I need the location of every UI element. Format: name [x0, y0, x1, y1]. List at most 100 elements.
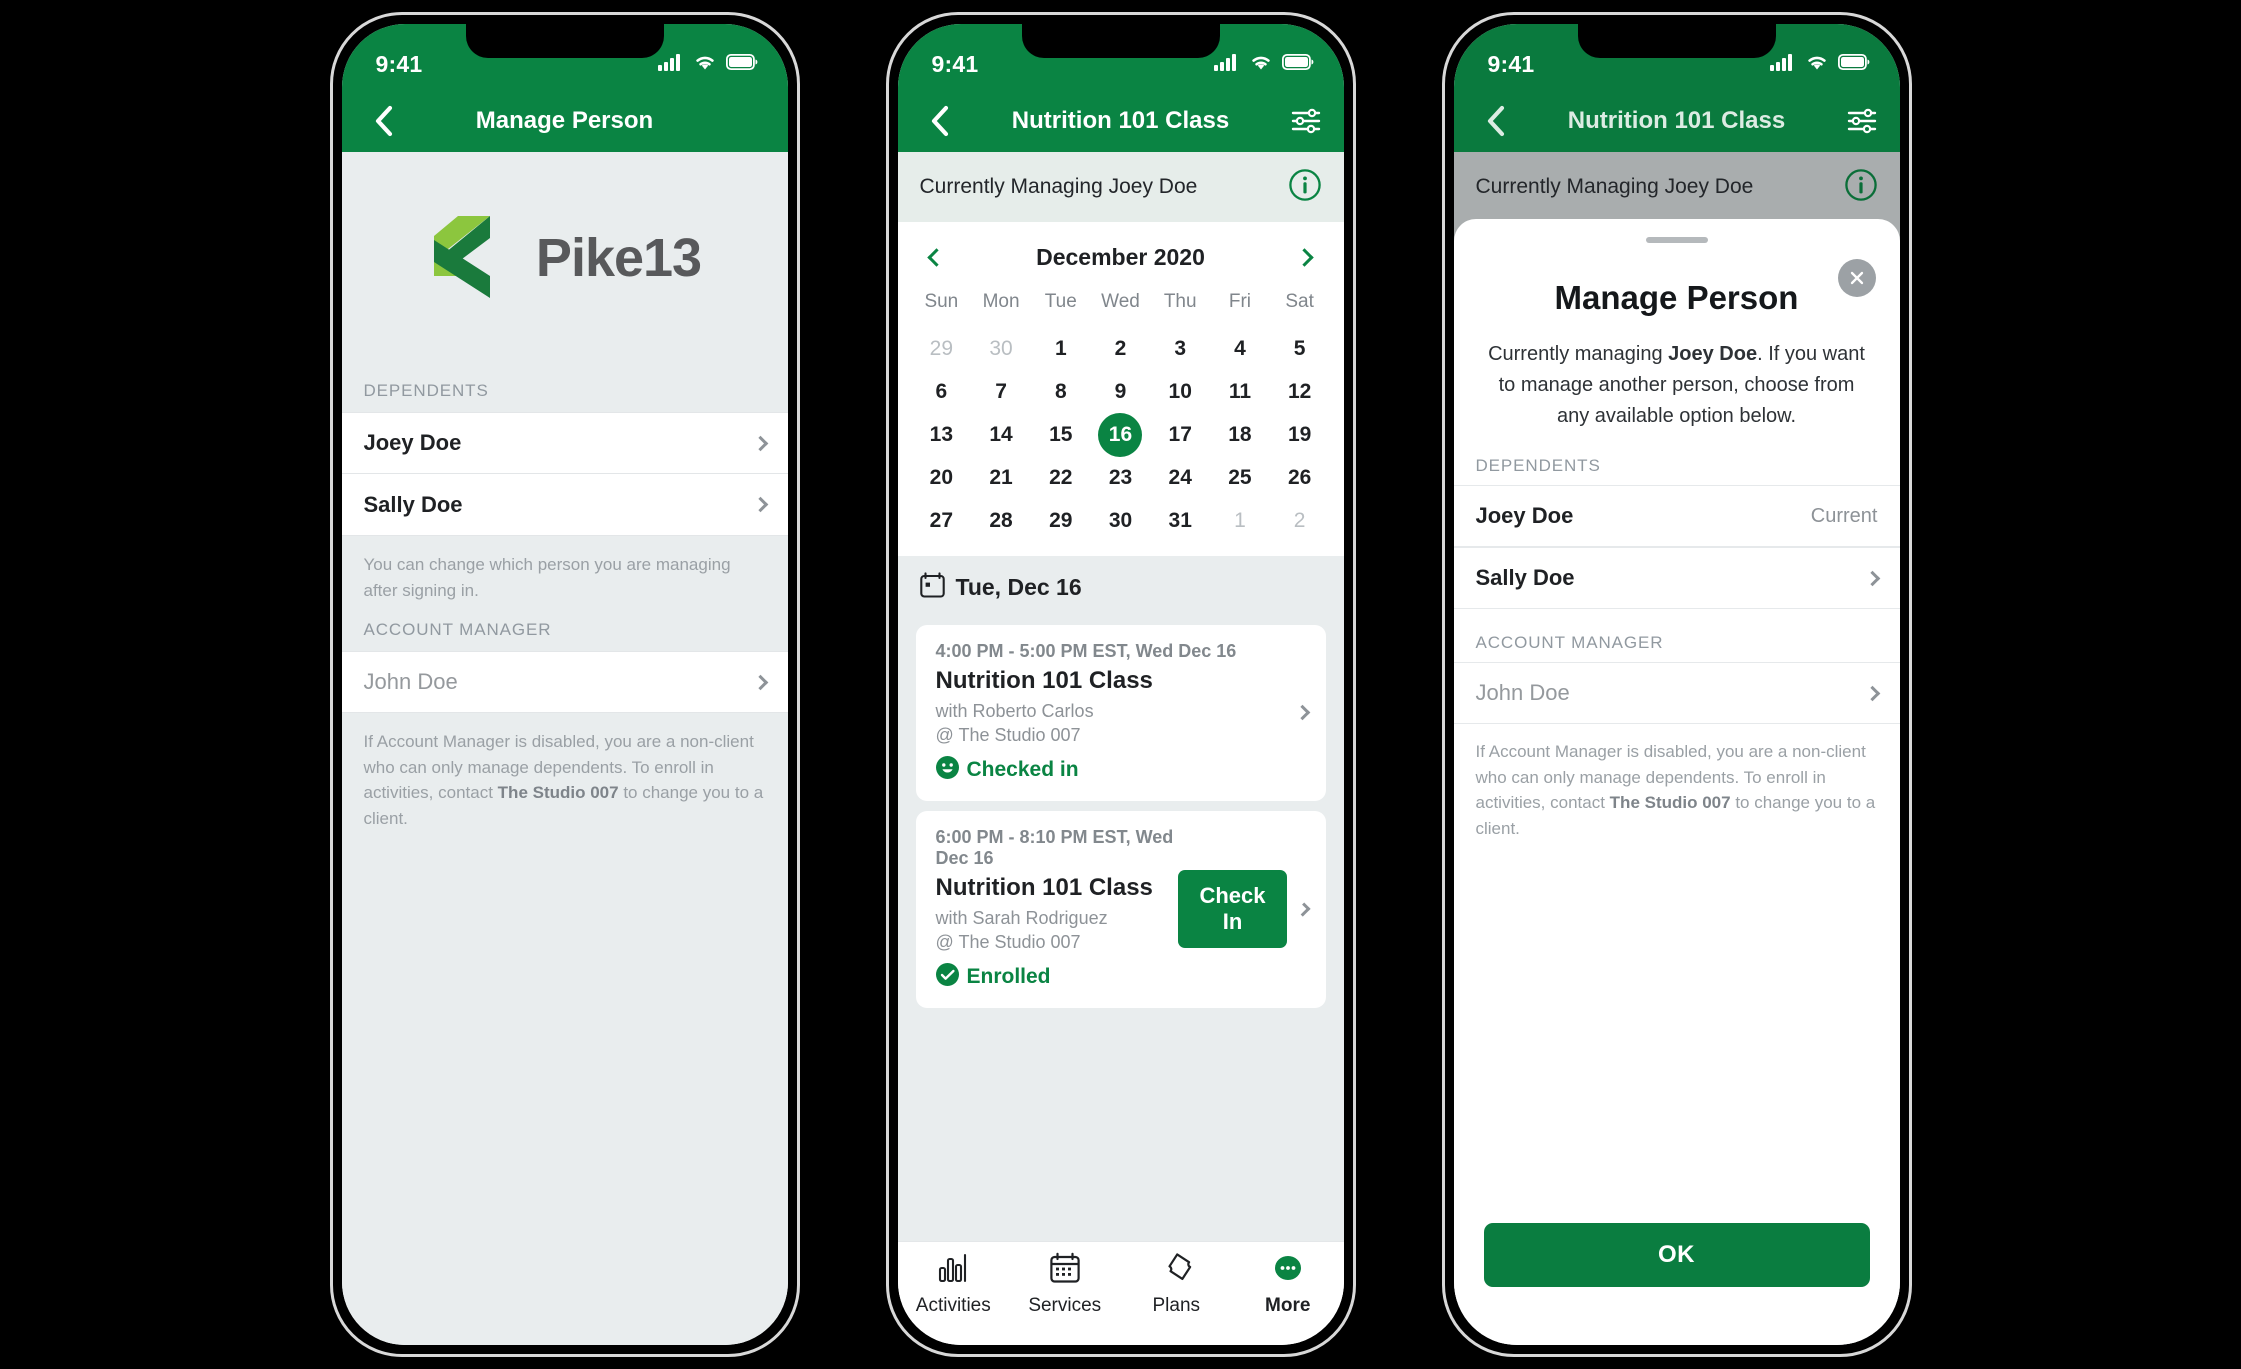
calendar-day[interactable]: 9: [1091, 370, 1151, 413]
calendar-day[interactable]: 26: [1270, 456, 1330, 499]
cell-signal-icon: [657, 53, 684, 76]
calendar-day[interactable]: 16: [1091, 412, 1151, 457]
calendar-day[interactable]: 19: [1270, 413, 1330, 456]
calendar-day[interactable]: 3: [1150, 327, 1210, 370]
tab-more[interactable]: More: [1232, 1252, 1344, 1317]
tab-activities[interactable]: Activities: [898, 1252, 1010, 1317]
calendar-day-number: 2: [1114, 336, 1127, 360]
sheet-dependent-row-sally[interactable]: Sally Doe: [1453, 547, 1900, 609]
phone3-navbar: Nutrition 101 Class: [1453, 90, 1900, 152]
calendar-day[interactable]: 12: [1270, 370, 1330, 413]
calendar-day[interactable]: 28: [971, 499, 1031, 542]
sliders-filter-icon[interactable]: [1290, 107, 1322, 135]
close-x-icon[interactable]: [1837, 259, 1876, 297]
calendar-day[interactable]: 17: [1150, 413, 1210, 456]
ok-button[interactable]: OK: [1483, 1223, 1870, 1287]
sheet-title: Manage Person: [1554, 279, 1799, 316]
calendar-day-number: 20: [929, 465, 954, 489]
calendar-day[interactable]: 7: [971, 370, 1031, 413]
calendar-day[interactable]: 1: [1210, 499, 1270, 542]
cell-signal-icon: [1769, 53, 1796, 76]
calendar-day-number: 18: [1228, 422, 1252, 446]
phone-2-schedule: 9:41 Nutrition 101 Class Currently Manag…: [885, 12, 1356, 1357]
calendar-day[interactable]: 31: [1150, 499, 1210, 542]
calendar-day-number: 16: [1098, 412, 1143, 457]
back-button[interactable]: [364, 105, 404, 137]
phone1-navbar: Manage Person: [341, 90, 788, 152]
calendar-day[interactable]: 14: [971, 413, 1031, 456]
calendar-day[interactable]: 13: [912, 413, 972, 456]
calendar-prev-month-button[interactable]: [926, 248, 946, 267]
calendar-day[interactable]: 5: [1270, 327, 1330, 370]
dependent-row-joey[interactable]: Joey Doe: [341, 412, 788, 474]
calendar-next-month-button[interactable]: [1295, 248, 1315, 267]
calendar-day[interactable]: 11: [1210, 370, 1270, 413]
calendar-day[interactable]: 8: [1031, 370, 1091, 413]
pike13-logo-mark: [428, 214, 520, 303]
tab-services[interactable]: Services: [1009, 1252, 1121, 1317]
event-card[interactable]: 6:00 PM - 8:10 PM EST, Wed Dec 16 Nutrit…: [915, 810, 1326, 1008]
calendar-day-number: 26: [1287, 465, 1312, 489]
back-button[interactable]: [1476, 105, 1516, 137]
calendar-day-number: 9: [1114, 379, 1127, 403]
calendar-day[interactable]: 22: [1031, 456, 1091, 499]
phone-3-screen: 9:41 Nutrition 101 Class Currently Manag…: [1453, 24, 1900, 1345]
back-button[interactable]: [920, 105, 960, 137]
calendar-day-number: 4: [1234, 336, 1246, 360]
calendar-day[interactable]: 6: [912, 370, 972, 413]
calendar-day[interactable]: 4: [1210, 327, 1270, 370]
sheet-dependent-row-joey[interactable]: Joey Doe Current: [1453, 485, 1900, 547]
calendar-day-number: 24: [1168, 465, 1192, 489]
calendar-day[interactable]: 18: [1210, 413, 1270, 456]
calendar-day-number: 14: [989, 422, 1013, 446]
phone-3-manage-person-modal: 9:41 Nutrition 101 Class Currently Manag…: [1441, 12, 1912, 1357]
calendar-day[interactable]: 21: [971, 456, 1031, 499]
calendar-day[interactable]: 10: [1150, 370, 1210, 413]
tab-plans[interactable]: Plans: [1121, 1252, 1233, 1317]
info-circle-icon[interactable]: [1844, 168, 1878, 207]
ticket-icon: [1159, 1252, 1193, 1289]
calendar-day[interactable]: 24: [1150, 456, 1210, 499]
info-circle-icon[interactable]: [1288, 168, 1322, 207]
sliders-filter-icon[interactable]: [1846, 107, 1878, 135]
calendar-day[interactable]: 30: [1091, 499, 1151, 542]
calendar-day-number: 7: [995, 379, 1007, 403]
day-name: Sun: [924, 291, 959, 312]
calendar-day-number: 19: [1287, 422, 1312, 446]
battery-icon: [725, 53, 758, 75]
calendar-day[interactable]: 23: [1091, 456, 1151, 499]
event-card[interactable]: 4:00 PM - 5:00 PM EST, Wed Dec 16 Nutrit…: [915, 625, 1326, 801]
calendar-day-number: 1: [1054, 336, 1067, 360]
event-location: @ The Studio 007: [935, 932, 1081, 953]
sheet-description: Currently managing Joey Doe. If you want…: [1488, 343, 1865, 427]
account-manager-section-label: ACCOUNT MANAGER: [1475, 633, 1664, 652]
calendar-day[interactable]: 20: [912, 456, 972, 499]
current-badge: Current: [1810, 504, 1878, 527]
calendar-day[interactable]: 15: [1031, 413, 1091, 456]
calendar-day[interactable]: 29: [1031, 499, 1091, 542]
screenshot-stage: 9:41 Manage Person Pike13 DEPENDENTS Joe…: [0, 0, 2241, 1369]
calendar-day[interactable]: 25: [1210, 456, 1270, 499]
calendar-day[interactable]: 2: [1270, 499, 1330, 542]
calendar-day[interactable]: 30: [971, 327, 1031, 370]
agenda-date: Tue, Dec 16: [955, 574, 1082, 600]
account-manager-helper-text: If Account Manager is disabled, you are …: [363, 732, 764, 828]
dependent-row-sally[interactable]: Sally Doe: [341, 474, 788, 536]
calendar-day-names: Sun Mon Tue Wed Thu Fri Sat: [912, 285, 1330, 327]
currently-managing-bar: Currently Managing Joey Doe: [1453, 152, 1900, 222]
calendar-day[interactable]: 27: [912, 499, 972, 542]
chevron-right-icon: [1294, 705, 1310, 721]
calendar-day-number: 23: [1108, 465, 1133, 489]
check-in-button[interactable]: Check In: [1178, 870, 1287, 949]
sheet-account-manager-row[interactable]: John Doe: [1453, 662, 1900, 724]
chevron-right-icon: [752, 674, 768, 690]
tab-label: Services: [1028, 1295, 1102, 1316]
account-manager-row[interactable]: John Doe: [341, 651, 788, 713]
calendar-day[interactable]: 1: [1031, 327, 1091, 370]
dependent-name: Sally Doe: [1475, 565, 1575, 590]
calendar-day-number: 6: [935, 379, 948, 403]
calendar-day[interactable]: 2: [1091, 327, 1151, 370]
phone-1-manage-person: 9:41 Manage Person Pike13 DEPENDENTS Joe…: [329, 12, 800, 1357]
calendar-day[interactable]: 29: [912, 327, 972, 370]
drag-handle[interactable]: [1645, 237, 1708, 243]
